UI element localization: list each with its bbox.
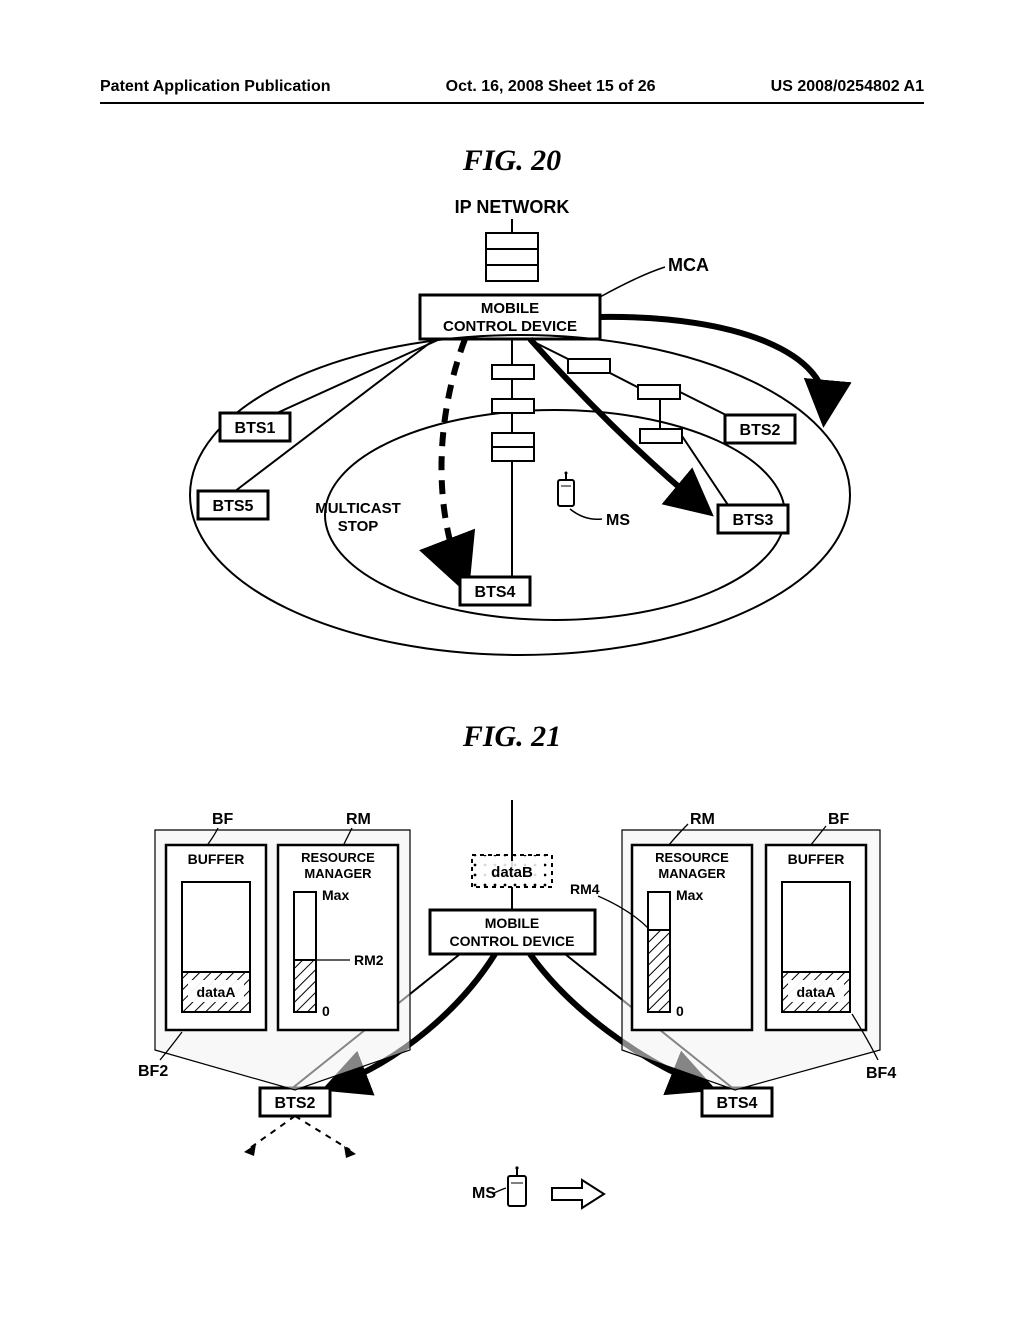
- mobile-phone-icon: [558, 472, 574, 507]
- svg-text:RESOURCE: RESOURCE: [655, 850, 729, 865]
- ms-label: MS: [606, 512, 630, 529]
- mcd21-box: [430, 910, 595, 954]
- bts2-box: [725, 415, 795, 443]
- multicast-stop-line2: STOP: [338, 518, 379, 535]
- direction-arrow-icon: [552, 1180, 604, 1208]
- arrow-bts3: [530, 339, 700, 505]
- bts2-21-box: [260, 1088, 330, 1116]
- left-callout: BF RM BUFFER dataA BF2 RESOURCE MANAGER …: [138, 811, 410, 1090]
- ip-network-label: IP NETWORK: [455, 197, 570, 217]
- rm4-label: RM4: [570, 881, 600, 897]
- header-left: Patent Application Publication: [100, 78, 331, 96]
- header-rule: [100, 102, 924, 104]
- router-icon: [486, 249, 538, 265]
- dataA-right: dataA: [797, 984, 836, 1000]
- svg-text:RESOURCE: RESOURCE: [301, 850, 375, 865]
- bts3-label: BTS3: [733, 512, 774, 529]
- svg-text:MANAGER: MANAGER: [304, 866, 372, 881]
- buffer-right-label: BUFFER: [788, 851, 845, 867]
- mcd-line2: CONTROL DEVICE: [443, 318, 577, 335]
- zero-right: 0: [676, 1003, 684, 1019]
- datab-label: dataB: [491, 864, 533, 881]
- bts4-label: BTS4: [475, 584, 516, 601]
- bf2-label: BF2: [138, 1063, 168, 1080]
- max-right: Max: [676, 887, 703, 903]
- datab-box: [472, 855, 552, 887]
- buffer-left-label: BUFFER: [188, 851, 245, 867]
- max-left: Max: [322, 887, 349, 903]
- svg-text:MANAGER: MANAGER: [658, 866, 726, 881]
- bts3-box: [718, 505, 788, 533]
- bf-right-label: BF: [828, 811, 850, 828]
- fig20-title: FIG. 20: [0, 144, 1024, 178]
- inner-ellipse: [325, 410, 785, 620]
- arrow-multicast-stop: [441, 339, 465, 573]
- rm-right-label: RM: [690, 811, 715, 828]
- bts2-label: BTS2: [740, 422, 781, 439]
- arrow-left: [338, 954, 495, 1084]
- rm-left-label: RM: [346, 811, 371, 828]
- router-icon: [486, 265, 538, 281]
- mca-label: MCA: [668, 255, 709, 275]
- fig21-diagram: dataB MOBILE CONTROL DEVICE BTS2 BTS4 BF…: [100, 800, 924, 1270]
- mobile-phone-icon-21: [508, 1166, 526, 1206]
- fig20-diagram: IP NETWORK MCA MOBILE CONTROL DEVICE BTS…: [100, 195, 924, 685]
- bts1-box: [220, 413, 290, 441]
- bts2-21-label: BTS2: [275, 1095, 316, 1112]
- bts4-21-box: [702, 1088, 772, 1116]
- router-icon: [486, 233, 538, 249]
- bts1-label: BTS1: [235, 420, 276, 437]
- right-callout: RM BF RESOURCE MANAGER Max 0 RM4 BUFFER …: [570, 811, 896, 1090]
- multicast-stop-line1: MULTICAST: [315, 500, 401, 517]
- bts4-box: [460, 577, 530, 605]
- page-header: Patent Application Publication Oct. 16, …: [0, 0, 1024, 96]
- bf4-label: BF4: [866, 1065, 896, 1082]
- bts5-label: BTS5: [213, 498, 254, 515]
- bts4-21-label: BTS4: [717, 1095, 758, 1112]
- header-right: US 2008/0254802 A1: [771, 78, 924, 96]
- outer-ellipse: [190, 335, 850, 655]
- arrow-right-outer: [600, 317, 825, 410]
- fig21-title: FIG. 21: [0, 720, 1024, 754]
- mcd-line1: MOBILE: [481, 300, 539, 317]
- svg-text:CONTROL DEVICE: CONTROL DEVICE: [450, 933, 575, 949]
- bts5-box: [198, 491, 268, 519]
- arrow-right: [530, 954, 700, 1084]
- dataA-left: dataA: [197, 984, 236, 1000]
- zero-left: 0: [322, 1003, 330, 1019]
- svg-text:MOBILE: MOBILE: [485, 915, 539, 931]
- ms21-label: MS: [472, 1185, 496, 1202]
- bf-left-label: BF: [212, 811, 234, 828]
- mobile-control-device-box: [420, 295, 600, 339]
- header-center: Oct. 16, 2008 Sheet 15 of 26: [446, 78, 656, 96]
- rm2-label: RM2: [354, 952, 384, 968]
